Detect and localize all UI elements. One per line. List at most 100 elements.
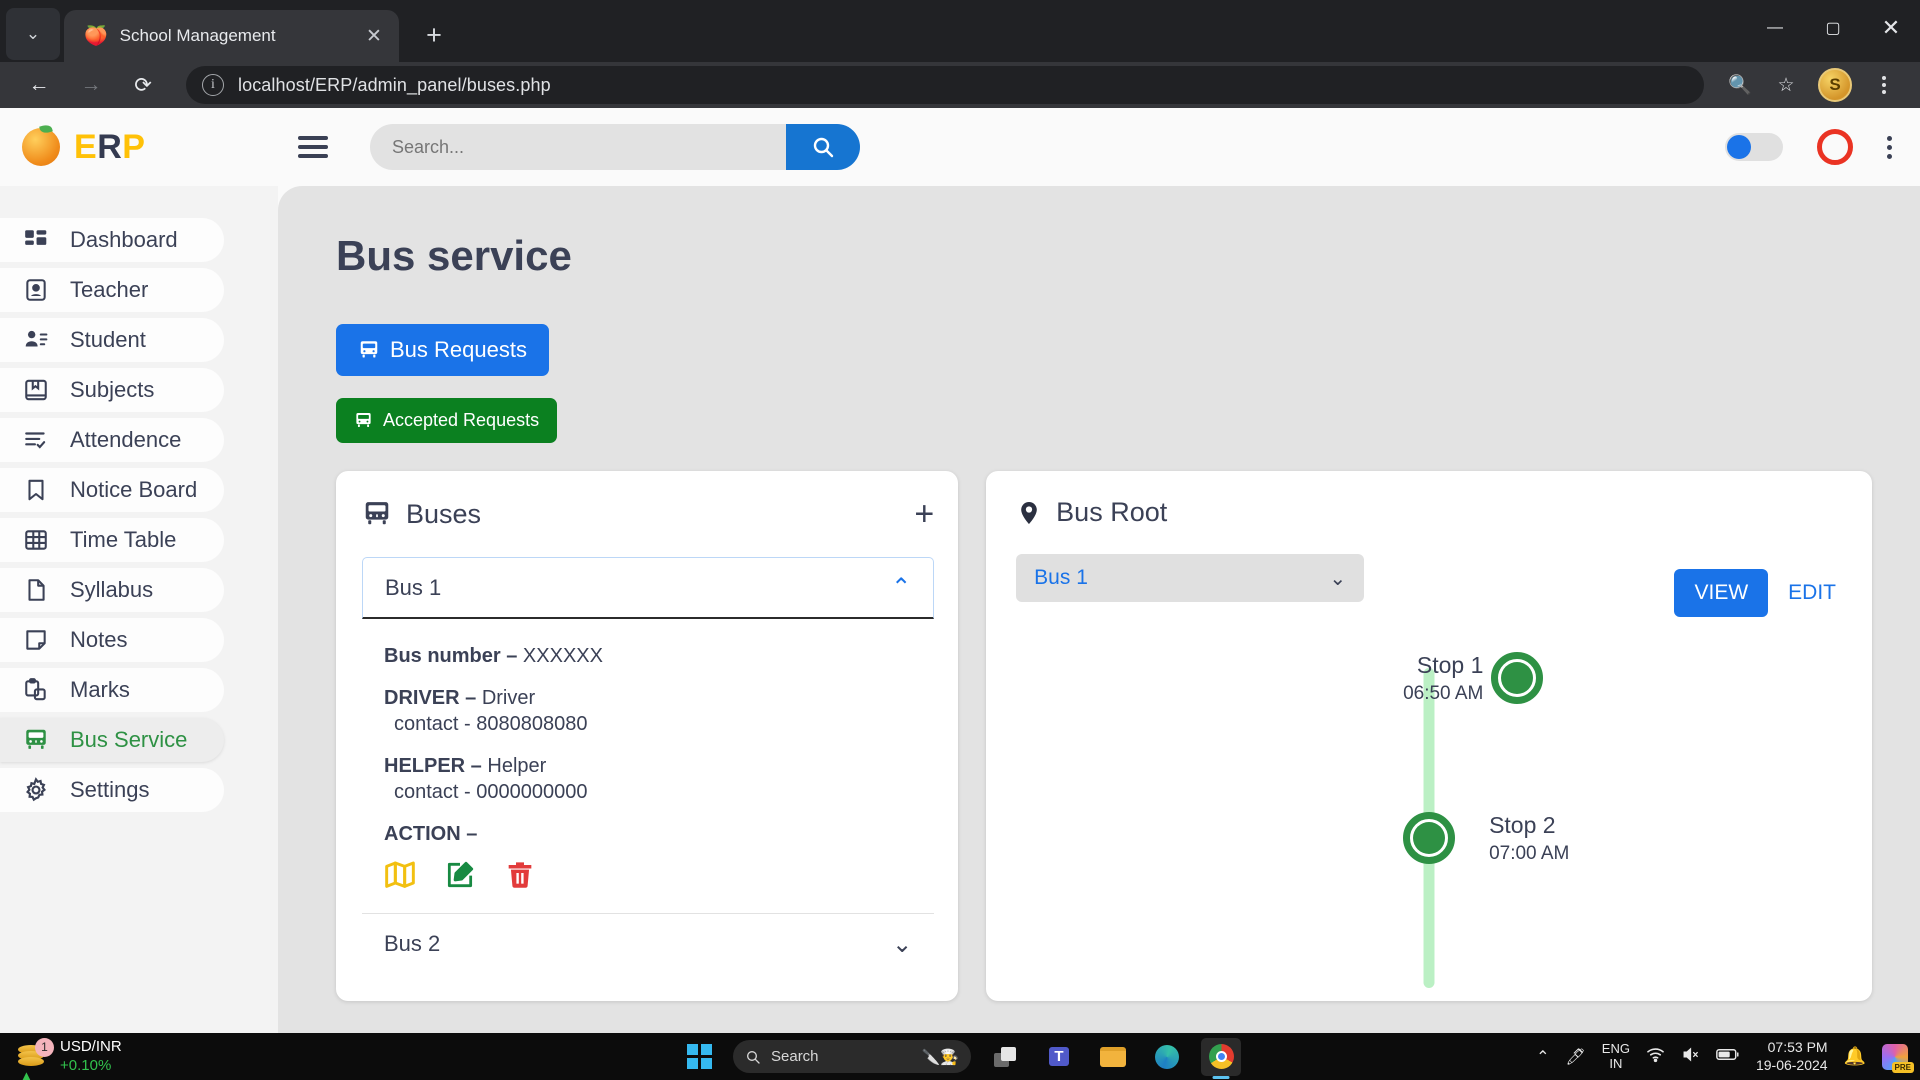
menu-toggle-button[interactable] <box>298 136 328 158</box>
language-line2: IN <box>1609 1055 1623 1071</box>
site-info-icon[interactable]: i <box>202 74 224 96</box>
file-explorer-button[interactable] <box>1093 1038 1133 1076</box>
pen-off-icon[interactable]: 🖊 <box>1565 1047 1585 1067</box>
reload-button[interactable]: ⟳ <box>120 65 166 105</box>
window-close-button[interactable]: ✕ <box>1862 0 1920 56</box>
minimize-button[interactable]: — <box>1746 0 1804 56</box>
bus-route-timeline: Stop 1 06:50 AM Stop 2 07:00 AM <box>1016 650 1842 988</box>
start-button[interactable] <box>679 1038 719 1076</box>
theme-toggle[interactable] <box>1725 133 1783 161</box>
sidebar-item-attendence[interactable]: Attendence <box>0 418 224 462</box>
user-list-icon <box>22 326 50 354</box>
edit-icon[interactable] <box>444 859 476 891</box>
window-controls: — ▢ ✕ <box>1746 0 1920 56</box>
timeline-stop[interactable]: Stop 2 07:00 AM <box>1403 810 1569 867</box>
driver-contact: contact - 8080808080 <box>394 713 588 735</box>
tab-search-button[interactable]: ⌄ <box>6 8 60 60</box>
sidebar-item-label: Teacher <box>70 277 149 302</box>
chevron-down-icon: ⌄ <box>25 24 41 43</box>
wifi-icon[interactable] <box>1646 1045 1665 1069</box>
action-label: ACTION – <box>384 823 478 845</box>
driver-label: DRIVER – <box>384 687 477 709</box>
sidebar-item-label: Bus Service <box>70 727 188 752</box>
taskbar-center: Search 🔪👨‍🍳 T <box>679 1037 1241 1076</box>
sidebar-item-syllabus[interactable]: Syllabus <box>0 568 224 612</box>
sidebar-item-label: Notice Board <box>70 477 198 502</box>
copilot-icon[interactable]: PRE <box>1882 1043 1914 1073</box>
app-header-actions <box>1725 129 1892 165</box>
teams-button[interactable]: T <box>1039 1038 1079 1076</box>
sidebar-item-notice-board[interactable]: Notice Board <box>0 468 224 512</box>
accepted-requests-button[interactable]: Accepted Requests <box>336 398 558 443</box>
bus-icon <box>356 412 371 427</box>
timeline-stop[interactable]: Stop 1 06:50 AM <box>1403 650 1569 707</box>
taskbar-search[interactable]: Search 🔪👨‍🍳 <box>733 1040 971 1073</box>
close-icon[interactable]: ✕ <box>359 21 389 51</box>
app-menu-button[interactable] <box>1887 135 1892 159</box>
battery-icon[interactable] <box>1716 1047 1740 1067</box>
sidebar-item-subjects[interactable]: Subjects <box>0 368 224 412</box>
profile-avatar[interactable]: S <box>1818 68 1852 102</box>
edit-button[interactable]: EDIT <box>1782 575 1842 611</box>
task-view-button[interactable] <box>985 1038 1025 1076</box>
sidebar: Dashboard Teacher Student Subjects Atten… <box>0 186 278 1033</box>
browser-menu-button[interactable] <box>1864 65 1904 105</box>
clock[interactable]: 07:53 PM 19-06-2024 <box>1756 1039 1828 1074</box>
sidebar-item-dashboard[interactable]: Dashboard <box>0 218 224 262</box>
driver-row: DRIVER – Driver contact - 8080808080 <box>384 685 912 737</box>
stop-name: Stop 1 <box>1416 652 1484 678</box>
sidebar-item-time-table[interactable]: Time Table <box>0 518 224 562</box>
maximize-button[interactable]: ▢ <box>1804 0 1862 56</box>
helper-contact: contact - 0000000000 <box>394 781 588 803</box>
sidebar-item-settings[interactable]: Settings <box>0 768 224 812</box>
edge-button[interactable] <box>1147 1038 1187 1076</box>
browser-tab[interactable]: 🍑 School Management ✕ <box>64 10 399 62</box>
delete-icon[interactable] <box>504 859 536 891</box>
root-actions: VIEW EDIT <box>1674 569 1842 617</box>
windows-taskbar: 1 ▲ USD/INR +0.10% Search 🔪👨‍🍳 <box>0 1033 1920 1080</box>
accepted-requests-label: Accepted Requests <box>383 410 540 430</box>
taskbar-search-placeholder: Search <box>771 1048 819 1065</box>
sidebar-item-bus-service[interactable]: Bus Service <box>0 718 224 762</box>
chevron-down-icon: ⌄ <box>892 930 913 958</box>
view-button[interactable]: VIEW <box>1674 569 1769 617</box>
search-icon <box>747 1050 760 1064</box>
search-input[interactable] <box>370 124 786 170</box>
forward-button[interactable]: → <box>68 65 114 105</box>
sidebar-item-teacher[interactable]: Teacher <box>0 268 224 312</box>
bus-requests-button[interactable]: Bus Requests <box>336 324 549 376</box>
currency-widget[interactable]: 1 ▲ USD/INR +0.10% <box>0 1037 122 1080</box>
map-icon[interactable] <box>384 859 416 891</box>
sidebar-item-student[interactable]: Student <box>0 318 224 362</box>
address-bar[interactable]: i localhost/ERP/admin_panel/buses.php <box>186 66 1704 104</box>
sidebar-item-marks[interactable]: Marks <box>0 668 224 712</box>
bus-accordion-header[interactable]: Bus 1 ⌃ <box>362 557 935 619</box>
buses-card-header: Buses + <box>362 497 934 531</box>
notification-ring-icon[interactable] <box>1817 129 1853 165</box>
volume-muted-icon[interactable] <box>1681 1045 1700 1069</box>
bookmark-star-icon[interactable]: ☆ <box>1766 65 1806 105</box>
bus-select[interactable]: Bus 1 ⌄ <box>1016 554 1365 602</box>
zoom-icon[interactable]: 🔍 <box>1720 65 1760 105</box>
back-button[interactable]: ← <box>16 65 62 105</box>
helper-value: Helper <box>487 755 547 777</box>
brand-letter-e: E <box>74 127 98 166</box>
bus-number-label: Bus number – <box>384 645 518 667</box>
notifications-bell-icon[interactable]: 🔔 <box>1844 1046 1866 1067</box>
browser-tabstrip: ⌄ 🍑 School Management ✕ + — ▢ ✕ <box>0 0 1920 62</box>
add-bus-button[interactable]: + <box>914 497 934 531</box>
search-button[interactable] <box>786 124 860 170</box>
language-indicator[interactable]: ENG IN <box>1602 1041 1630 1071</box>
stop-label: Stop 2 07:00 AM <box>1489 810 1569 867</box>
tray-expand-icon[interactable]: ⌃ <box>1536 1047 1549 1067</box>
web-page: ERP Search... Dashboard Teacher Student … <box>0 108 1920 1033</box>
bus-accordion-collapsed[interactable]: Bus 2 ⌄ <box>362 914 934 974</box>
sidebar-item-notes[interactable]: Notes <box>0 618 224 662</box>
teams-icon: T <box>1049 1047 1069 1066</box>
table-icon <box>22 526 50 554</box>
search-bar <box>370 124 860 170</box>
new-tab-button[interactable]: + <box>413 14 455 56</box>
chrome-button[interactable] <box>1201 1037 1241 1076</box>
bus-root-card-header: Bus Root <box>1016 497 1842 528</box>
brand: ERP <box>22 128 280 167</box>
